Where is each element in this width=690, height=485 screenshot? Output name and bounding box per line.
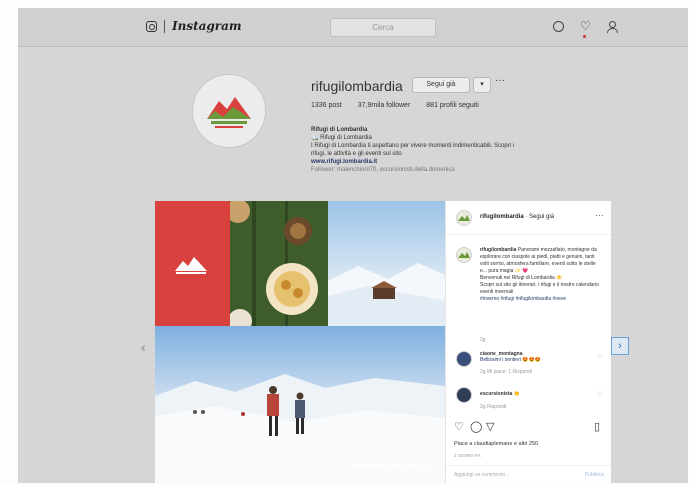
profile-bio: Rifugi di Lombardia 🏔️ Rifugi di Lombard… (311, 126, 631, 174)
post-follow-status[interactable]: · Segui già (525, 214, 554, 220)
post-modal: Inverno nei rifugi rifugilombardia · Seg… (155, 201, 611, 483)
caption-author-avatar[interactable] (456, 247, 472, 263)
comment-bar: Aggiungi un commento... Pubblica (446, 465, 611, 483)
like-heart-icon[interactable]: ♡ (454, 421, 464, 433)
bio-line: 🏔️ Rifugi di Lombardia (311, 135, 372, 141)
food-illustration (230, 201, 328, 326)
explore-compass-icon[interactable] (553, 21, 564, 32)
image-tile-food (230, 201, 328, 326)
home-logo[interactable]: Instagram (146, 19, 242, 33)
post-author-username[interactable]: rifugilombardia (480, 214, 524, 220)
post-header: rifugilombardia · Segui già ··· (446, 201, 611, 235)
comment-meta[interactable]: 2g Rispondi (480, 404, 506, 410)
profile-user-icon[interactable] (606, 21, 618, 33)
comment-bubble-icon[interactable]: ◯ (470, 421, 482, 433)
image-tile-hut (328, 201, 445, 326)
previous-post-arrow[interactable]: ‹ (141, 339, 146, 355)
rifugi-logo-icon (207, 97, 251, 128)
caption-username[interactable]: rifugilombardia (480, 247, 516, 253)
bio-line: I Rifugi di Lombardia ti aspettano per v… (311, 143, 515, 149)
logo-divider (164, 19, 165, 33)
save-bookmark-icon[interactable]: ▯ (594, 421, 600, 433)
post-image[interactable]: Inverno nei rifugi (155, 201, 445, 483)
activity-heart-icon[interactable]: ♡ (580, 20, 591, 32)
share-arrow-icon[interactable]: ▽ (486, 421, 494, 433)
post-options-button[interactable]: ··· (595, 210, 604, 220)
suggestions-dropdown-button[interactable]: ▾ (473, 77, 491, 93)
likes-count[interactable]: Piace a claudiaplemane e altri 250 (454, 441, 538, 447)
commenter-avatar[interactable] (456, 351, 472, 367)
rifugi-logo-icon (458, 252, 470, 258)
snow-hikers-illustration (155, 374, 445, 483)
caption-time: 2g (480, 337, 486, 343)
mountain-logo-icon (175, 257, 207, 274)
profile-avatar[interactable] (192, 74, 266, 148)
bio-name: Rifugi di Lombardia (311, 127, 368, 133)
comment-like-heart-icon[interactable]: ♡ (597, 391, 602, 398)
post-author-avatar[interactable] (456, 210, 472, 226)
profile-stats: 1336 post 37,9mila follower 881 profili … (311, 102, 479, 109)
hut-illustration (328, 263, 445, 326)
rifugi-logo-icon (458, 215, 470, 221)
profile-username: rifugilombardia (311, 78, 403, 94)
comment-text: 👏 (513, 391, 520, 397)
comment: escursionista 👏 (480, 391, 520, 397)
image-tile-logo (155, 201, 230, 326)
top-nav-bar: Instagram Cerca ♡ (18, 8, 688, 47)
image-tile-hikers: Inverno nei rifugi (155, 326, 445, 483)
caption-hashtags[interactable]: #inverno #rifugi #rifugilombardia #neve (480, 296, 600, 303)
comment-like-heart-icon[interactable]: ♡ (597, 354, 602, 361)
post-side-panel: rifugilombardia · Segui già ··· rifugilo… (445, 201, 611, 483)
comment-meta[interactable]: 2g Mi piace: 1 Rispondi (480, 369, 532, 375)
next-post-arrow[interactable]: › (611, 337, 629, 355)
comment-username[interactable]: escursionista (480, 391, 512, 397)
followers-count[interactable]: 37,9mila follower (358, 102, 411, 109)
search-input[interactable]: Cerca (330, 18, 436, 37)
comment: ciaone_montagna Bellissimi i sentieri 😍😍… (480, 351, 541, 363)
image-caption-text: Inverno nei rifugi (353, 461, 427, 471)
notification-dot (583, 35, 586, 38)
post-date: 2 GIORNI FA (454, 453, 481, 458)
bio-followed-by: Follower: malenchiorri70, escursionisti.… (311, 167, 455, 173)
caption-more: Scopri sul sito gli itinerari, i rifugi … (480, 282, 599, 295)
browser-viewport: Instagram Cerca ♡ rifugilombardia Segui … (18, 8, 688, 483)
bio-website-link[interactable]: www.rifugi.lombardia.it (311, 158, 631, 166)
following-count[interactable]: 881 profili seguiti (426, 102, 479, 109)
instagram-camera-icon (146, 20, 157, 32)
profile-options-button[interactable]: ··· (495, 75, 505, 86)
publish-button[interactable]: Pubblica (585, 472, 604, 478)
post-author[interactable]: rifugilombardia · Segui già (480, 214, 554, 220)
following-button[interactable]: Segui già (412, 77, 470, 93)
commenter-avatar[interactable] (456, 387, 472, 403)
caption-welcome: Benvenuti nei Rifugi di Lombardia ☀️ (480, 275, 563, 281)
posts-count: 1336 post (311, 102, 342, 109)
comment-input[interactable]: Aggiungi un commento... (454, 472, 509, 478)
post-caption: rifugilombardia Panorami mozzafiato, mon… (480, 247, 600, 303)
post-actions: ♡ ◯ ▽ ▯ (446, 421, 611, 437)
chevron-right-icon: › (618, 340, 622, 352)
comment-text: Bellissimi i sentieri 😍😍😍 (480, 357, 541, 363)
bio-line: rifugi, le attività e gli eventi sul sit… (311, 151, 402, 157)
instagram-wordmark: Instagram (172, 19, 242, 33)
